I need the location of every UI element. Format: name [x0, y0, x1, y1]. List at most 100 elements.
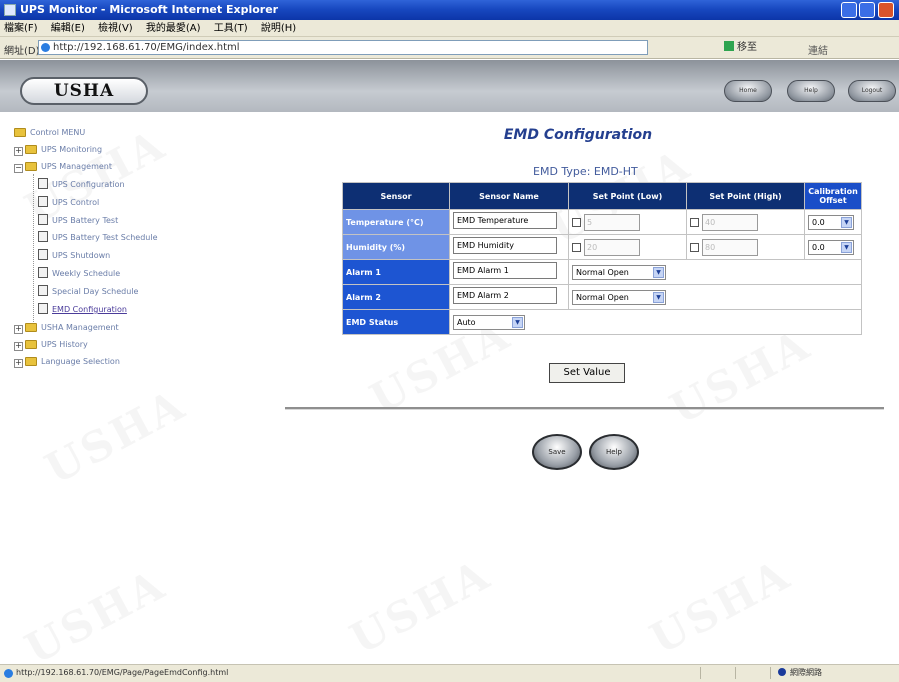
menu-bar: 檔案(F) 編輯(E) 檢視(V) 我的最愛(A) 工具(T) 說明(H)	[0, 20, 899, 37]
row-label-humidity: Humidity (%)	[342, 234, 450, 260]
expand-icon[interactable]: +	[14, 342, 23, 351]
page-icon	[38, 267, 48, 278]
watermark: USHA	[642, 549, 799, 664]
emd-type-value: EMD-HT	[593, 165, 638, 178]
menu-view[interactable]: 檢視(V)	[98, 23, 133, 34]
row-label-alarm-2: Alarm 2	[342, 284, 450, 310]
alarm-2-name-input[interactable]: EMD Alarm 2	[453, 287, 557, 304]
humidity-low-checkbox[interactable]	[572, 242, 581, 252]
expand-icon[interactable]: +	[14, 147, 23, 156]
folder-icon	[25, 340, 37, 349]
set-value-button[interactable]: Set Value	[549, 363, 625, 383]
maximize-button[interactable]	[859, 2, 875, 18]
row-label-alarm-1: Alarm 1	[342, 259, 450, 285]
sidebar-item-language-selection[interactable]: + Language Selection	[14, 356, 120, 368]
sidebar-item-ups-battery-test[interactable]: UPS Battery Test	[38, 214, 118, 226]
page-icon	[38, 214, 48, 225]
links-button[interactable]: 連結	[808, 42, 828, 57]
tree-root[interactable]: Control MENU	[14, 127, 85, 139]
save-button[interactable]: Save	[532, 434, 582, 470]
humidity-high-input[interactable]: 80	[702, 238, 758, 256]
menu-favorites[interactable]: 我的最愛(A)	[146, 23, 201, 34]
status-divider	[770, 667, 771, 679]
temperature-low-checkbox[interactable]	[572, 217, 581, 227]
row-label-temperature: Temperature (°C)	[342, 209, 450, 235]
menu-edit[interactable]: 編輯(E)	[51, 23, 85, 34]
page-icon	[38, 178, 48, 189]
watermark: USHA	[17, 559, 174, 674]
ie-icon	[4, 4, 16, 16]
home-button[interactable]: Home	[724, 80, 772, 102]
expand-icon[interactable]: +	[14, 359, 23, 368]
alarm-1-name-input[interactable]: EMD Alarm 1	[453, 262, 557, 279]
sidebar-item-ups-control[interactable]: UPS Control	[38, 196, 99, 208]
menu-help[interactable]: 說明(H)	[261, 23, 296, 34]
page-icon	[38, 231, 48, 242]
col-calibration-offset: Calibration Offset	[804, 182, 862, 210]
expand-icon[interactable]: +	[14, 325, 23, 334]
sidebar-item-usha-management[interactable]: + USHA Management	[14, 322, 119, 334]
sidebar-item-battery-test-schedule[interactable]: UPS Battery Test Schedule	[38, 231, 158, 243]
humidity-offset-select[interactable]: 0.0 ▼	[808, 239, 854, 255]
page-icon	[41, 43, 50, 52]
usha-logo: USHA	[20, 77, 148, 105]
emd-type-label: EMD Type	[533, 165, 587, 178]
emd-config-table: Sensor Sensor Name Set Point (Low) Set P…	[342, 182, 862, 335]
address-url: http://192.168.61.70/EMG/index.html	[53, 42, 240, 53]
chevron-down-icon: ▼	[512, 316, 523, 328]
page-icon	[38, 285, 48, 296]
table-row: Alarm 1 EMD Alarm 1 Normal Open ▼	[342, 259, 862, 285]
page-icon	[38, 249, 48, 260]
sidebar-item-ups-monitoring[interactable]: + UPS Monitoring	[14, 144, 102, 156]
sidebar-item-ups-shutdown[interactable]: UPS Shutdown	[38, 249, 110, 261]
menu-file[interactable]: 檔案(F)	[4, 23, 38, 34]
temperature-low-input[interactable]: 5	[584, 213, 640, 231]
divider	[285, 407, 884, 410]
sidebar-item-weekly-schedule[interactable]: Weekly Schedule	[38, 267, 120, 279]
status-divider	[700, 667, 701, 679]
watermark: USHA	[37, 379, 194, 494]
address-label: 網址(D)	[4, 46, 40, 57]
alarm-1-mode-select[interactable]: Normal Open ▼	[572, 264, 666, 280]
col-sensor-name: Sensor Name	[449, 182, 569, 210]
row-label-emd-status: EMD Status	[342, 309, 450, 335]
alarm-2-mode-select[interactable]: Normal Open ▼	[572, 289, 666, 305]
logout-button[interactable]: Logout	[848, 80, 896, 102]
status-url: http://192.168.61.70/EMG/Page/PageEmdCon…	[16, 668, 229, 677]
help-button[interactable]: Help	[787, 80, 835, 102]
folder-icon	[25, 323, 37, 332]
page-icon	[4, 669, 13, 678]
help-round-button[interactable]: Help	[589, 434, 639, 470]
folder-icon	[25, 145, 37, 154]
temperature-high-checkbox[interactable]	[690, 217, 699, 227]
status-bar: http://192.168.61.70/EMG/Page/PageEmdCon…	[0, 664, 899, 682]
table-row: Humidity (%) EMD Humidity 20 80 0.0 ▼	[342, 234, 862, 260]
go-button[interactable]: 移至	[724, 40, 757, 55]
humidity-high-checkbox[interactable]	[690, 242, 699, 252]
address-bar: 網址(D) http://192.168.61.70/EMG/index.htm…	[0, 37, 899, 59]
watermark: USHA	[342, 549, 499, 664]
sidebar-item-ups-configuration[interactable]: UPS Configuration	[38, 178, 125, 190]
emd-status-select[interactable]: Auto ▼	[453, 314, 525, 330]
close-button[interactable]	[878, 2, 894, 18]
sidebar-item-emd-configuration[interactable]: EMD Configuration	[38, 303, 127, 315]
minimize-button[interactable]	[841, 2, 857, 18]
tree-connector	[33, 174, 35, 326]
sidebar-item-special-day-schedule[interactable]: Special Day Schedule	[38, 285, 138, 297]
temperature-name-input[interactable]: EMD Temperature	[453, 212, 557, 229]
temperature-offset-select[interactable]: 0.0 ▼	[808, 214, 854, 230]
sidebar-item-ups-management[interactable]: − UPS Management	[14, 161, 112, 173]
table-row: EMD Status Auto ▼	[342, 309, 862, 335]
go-label: 移至	[737, 42, 757, 53]
window-title: UPS Monitor - Microsoft Internet Explore…	[20, 3, 279, 16]
col-set-point-low: Set Point (Low)	[568, 182, 687, 210]
menu-tools[interactable]: 工具(T)	[214, 23, 248, 34]
humidity-name-input[interactable]: EMD Humidity	[453, 237, 557, 254]
temperature-high-input[interactable]: 40	[702, 213, 758, 231]
humidity-low-input[interactable]: 20	[584, 238, 640, 256]
address-input[interactable]: http://192.168.61.70/EMG/index.html	[38, 40, 648, 55]
collapse-icon[interactable]: −	[14, 164, 23, 173]
sidebar-item-ups-history[interactable]: + UPS History	[14, 339, 88, 351]
folder-icon	[25, 162, 37, 171]
col-sensor: Sensor	[342, 182, 450, 210]
